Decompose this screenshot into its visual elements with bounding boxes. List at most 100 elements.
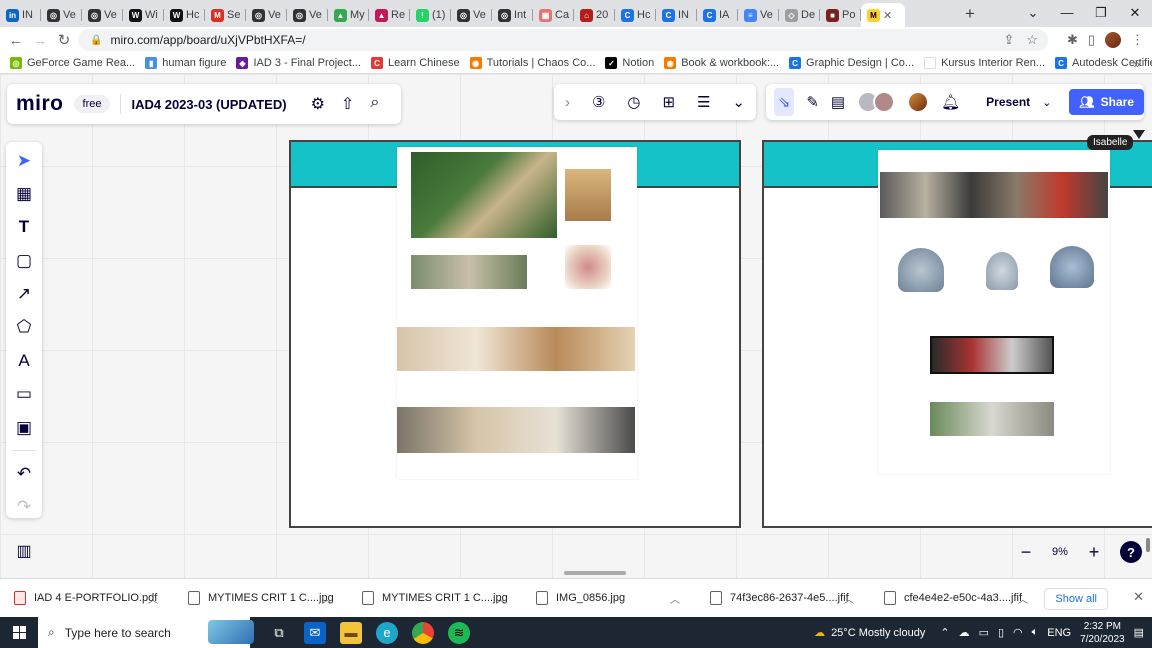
minimize-button[interactable]: — [1050,0,1084,27]
chrome-browser-icon[interactable] [412,621,434,644]
network-icon[interactable]: ▭ [979,626,989,639]
browser-tab[interactable]: ▲ My [328,3,369,27]
download-options-chevron-icon[interactable]: ︿ [148,591,158,606]
help-question-icon[interactable]: ? [1120,541,1142,563]
back-button[interactable]: ← [4,32,28,49]
present-options-chevron-icon[interactable]: ⌄ [1042,96,1051,109]
frames-3-icon[interactable]: ③ [592,93,605,111]
present-button[interactable]: Present [986,95,1030,109]
current-user-avatar[interactable] [907,91,930,113]
plan-badge[interactable]: free [73,95,111,113]
share-page-icon[interactable]: ⇪ [1003,32,1014,48]
bookmark-item[interactable]: ◉ Tutorials | Chaos Co... [469,57,595,69]
browser-tab[interactable]: ◎ Int [492,3,533,27]
reactions-party-icon[interactable]: ✎ [806,93,819,111]
miro-logo[interactable]: miro [16,92,64,116]
wifi-icon[interactable]: ◠ [1013,626,1023,639]
task-view-icon[interactable]: ⧉ [268,622,290,644]
bookmark-item[interactable]: C Graphic Design | Co... [789,57,914,69]
comments-icon[interactable]: ▤ [831,93,845,111]
volume-icon[interactable]: 🔈︎ [1032,626,1039,639]
cursor-mode-icon[interactable]: ⇘ [774,88,795,116]
zoom-level[interactable]: 9% [1052,546,1068,558]
language-indicator[interactable]: ENG [1047,627,1071,639]
browser-tab[interactable]: ! (1) [410,3,451,27]
share-button[interactable]: 👥︎ Share [1069,89,1144,115]
browser-tab[interactable]: C Hc [615,3,656,27]
browser-tab[interactable]: ◇ De [779,3,820,27]
download-options-chevron-icon[interactable]: ︿ [322,591,332,606]
redo-icon[interactable]: ↷ [10,497,38,518]
miro-board-canvas[interactable]: miro free IAD4 2023-03 (UPDATED) ⚙ ⇧ ⌕ ›… [0,74,1152,578]
browser-tab[interactable]: ▲ Re [369,3,410,27]
clock[interactable]: 2:32 PM 7/20/2023 [1080,620,1125,646]
collaborators-avatars[interactable] [857,91,896,113]
pen-icon[interactable]: A [10,350,38,371]
download-options-chevron-icon[interactable]: ︿ [844,591,854,606]
browser-tab[interactable]: C IA [697,3,738,27]
side-panel-icon[interactable]: ▯ [1088,32,1095,48]
download-options-chevron-icon[interactable]: ︿ [670,591,680,606]
upload-export-icon[interactable]: ⇧ [341,94,354,114]
download-item[interactable]: 74f3ec86-2637-4e5....jfif ︿ [696,579,870,618]
more-chevron-icon[interactable]: ⌄ [732,93,745,111]
select-cursor-icon[interactable]: ➤ [10,150,38,171]
taskbar-search[interactable]: ⌕ Type here to search [38,617,254,648]
browser-menu-icon[interactable]: ⋮ [1131,32,1144,48]
new-tab-button[interactable]: + [959,4,981,24]
download-item[interactable]: IMG_0856.jpg ︿ [522,579,696,618]
browser-tab[interactable]: ◎ Ve [41,3,82,27]
browser-tab[interactable]: ≡ Ve [738,3,779,27]
download-item[interactable]: MYTIMES CRIT 1 C....jpg ︿ [174,579,348,618]
notifications-bell-icon[interactable]: 🔔︎ [941,93,960,111]
zoom-out-button[interactable]: − [1012,542,1040,563]
timer-icon[interactable]: ◷ [627,93,640,111]
download-options-chevron-icon[interactable]: ︿ [496,591,506,606]
close-downloads-icon[interactable]: ✕ [1133,589,1144,605]
undo-icon[interactable]: ↶ [10,463,38,484]
bookmarks-overflow-icon[interactable]: » [1133,57,1140,71]
reload-button[interactable]: ↻ [52,31,76,49]
browser-tab[interactable]: ⌂ 20 [574,3,615,27]
bookmark-star-icon[interactable]: ☆ [1026,32,1038,48]
sticky-note-icon[interactable]: ▢ [10,250,38,271]
browser-tab[interactable]: in IN [0,3,41,27]
address-bar[interactable]: 🔒 miro.com/app/board/uXjVPbtHXFA=/ ⇪ ☆ [78,29,1048,51]
bookmark-item[interactable]: C Learn Chinese [371,57,460,69]
comment-icon[interactable]: ▭ [10,384,38,405]
frames-panel-icon[interactable]: ▥ [6,538,42,564]
bookmark-item[interactable]: ◎ GeForce Game Rea... [10,57,135,69]
forward-button[interactable]: → [28,32,52,49]
weather-widget[interactable]: ☁ 25°C Mostly cloudy [814,626,925,640]
bookmark-item[interactable]: ◉ Book & workbook:... [664,57,779,69]
more-apps-plus-icon[interactable]: ▣ [10,417,38,438]
bookmark-item[interactable]: ◆ IAD 3 - Final Project... [236,57,361,69]
templates-icon[interactable]: ▦ [10,183,38,204]
mail-icon[interactable]: ✉ [304,621,326,644]
browser-tab[interactable]: ■ Po [820,3,861,27]
tab-search-chevron-icon[interactable]: ⌄ [1016,0,1050,27]
notification-center-icon[interactable]: ▤ [1134,626,1144,639]
reactions-icon[interactable]: ⊞ [662,93,675,111]
frame-verena[interactable]: GROUP 8-WOMEN&WELFARE Verena [289,140,741,528]
browser-tab[interactable]: ◎ Ve [82,3,123,27]
portfolio-sheet[interactable] [878,150,1110,474]
file-explorer-icon[interactable]: ▬ [340,621,362,644]
profile-avatar[interactable] [1105,32,1121,48]
battery-icon[interactable]: ▯ [998,626,1004,639]
close-window-button[interactable]: ✕ [1118,0,1152,27]
horizontal-scrollbar[interactable] [564,571,626,575]
browser-tab[interactable]: ◎ Ve [451,3,492,27]
start-button[interactable] [0,626,38,639]
shapes-icon[interactable]: ⬠ [10,317,38,338]
bookmark-item[interactable]: ▮ human figure [145,57,226,69]
bookmark-item[interactable]: ✓ Notion [605,57,654,69]
browser-tab[interactable]: ◎ Ve [246,3,287,27]
browser-tab[interactable]: ▦ Ca [533,3,574,27]
browser-tab[interactable]: ◎ Ve [287,3,328,27]
network-cloud-icon[interactable]: ☁ [959,626,970,639]
browser-tab[interactable]: W Hc [164,3,205,27]
show-all-downloads-button[interactable]: Show all [1044,588,1108,610]
frame-ho-shoong-jack[interactable]: GROUP 8-WOMEN&WELFARE Ho Shoong Jack [762,140,1152,528]
browser-tab[interactable]: C IN [656,3,697,27]
